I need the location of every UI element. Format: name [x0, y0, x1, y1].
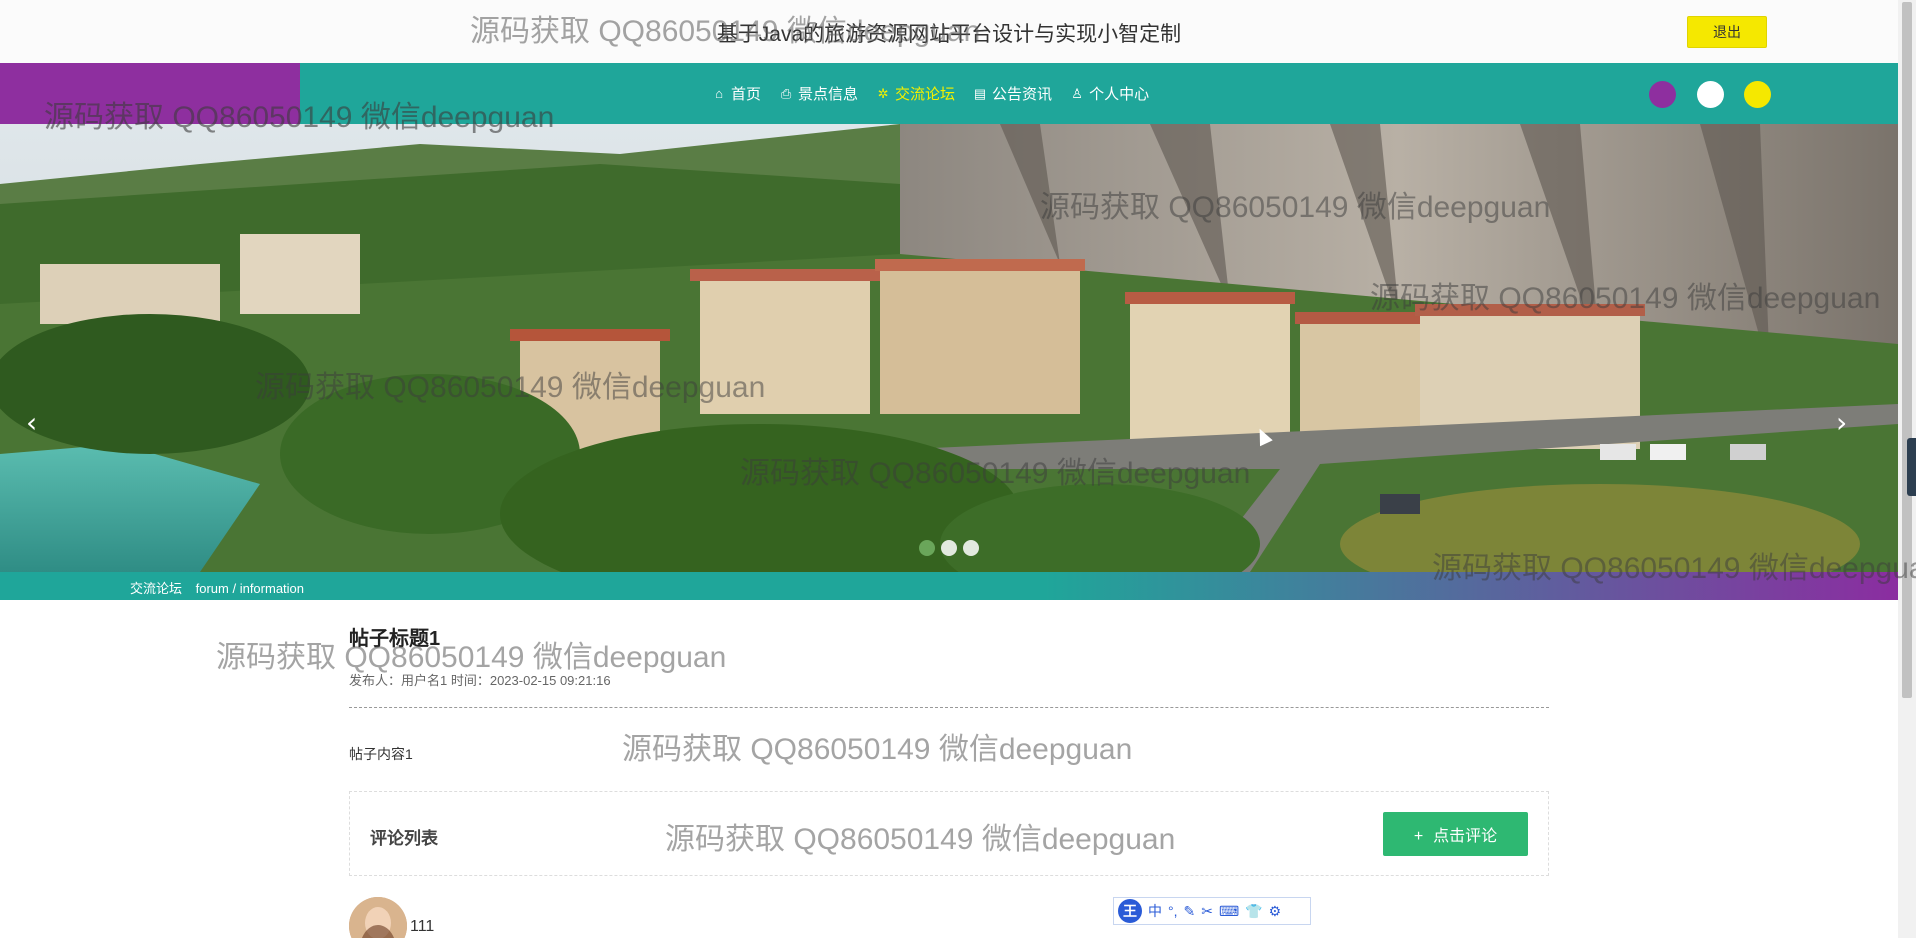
- avatar: [349, 897, 407, 938]
- post-title: 帖子标题1: [349, 628, 441, 650]
- comment-username: 111: [410, 918, 435, 935]
- comment-list-label: 评论列表: [370, 829, 438, 848]
- nav-item-forum[interactable]: ✲ 交流论坛: [876, 83, 955, 104]
- user-icon: ♙: [1071, 85, 1083, 101]
- carousel-dots: [919, 540, 979, 556]
- carousel-dot[interactable]: [963, 540, 979, 556]
- post-content: 帖子内容1: [349, 746, 413, 762]
- main-nav: ⌂ 首页 ⎙ 景点信息 ✲ 交流论坛 ▤ 公告资讯 ♙ 个人中心: [0, 63, 1898, 173]
- breadcrumb: 交流论坛 forum / information: [130, 578, 314, 597]
- add-comment-label: 点击评论: [1433, 828, 1498, 845]
- printer-icon: ⎙: [780, 85, 792, 101]
- nav-item-attractions[interactable]: ⎙ 景点信息: [779, 83, 858, 104]
- site-title: 基于Java的旅游资源网站平台设计与实现小智定制: [716, 23, 1182, 46]
- ime-skin-icon[interactable]: 👕: [1245, 903, 1262, 920]
- carousel-prev-button[interactable]: ‹: [26, 406, 37, 439]
- add-comment-button[interactable]: + 点击评论: [1383, 812, 1528, 856]
- ime-keyboard-icon[interactable]: ⌨: [1219, 903, 1239, 920]
- forum-icon: ✲: [877, 85, 889, 101]
- carousel-dot[interactable]: [941, 540, 957, 556]
- home-icon: ⌂: [715, 86, 723, 101]
- ime-pen-icon[interactable]: ✎: [1184, 903, 1196, 920]
- nav-item-label: 首页: [731, 86, 762, 103]
- plus-icon: +: [1413, 828, 1424, 845]
- ime-scissors-icon[interactable]: ✂: [1201, 903, 1213, 920]
- watermark-text: 源码获取 QQ86050149 微信deepguan: [622, 733, 1133, 766]
- theme-yellow-button[interactable]: [1744, 81, 1771, 108]
- ime-settings-icon[interactable]: ⚙: [1269, 903, 1282, 920]
- carousel-next-button[interactable]: ›: [1836, 406, 1847, 439]
- ime-punctuation-icon[interactable]: °,: [1168, 903, 1178, 919]
- theme-purple-button[interactable]: [1649, 81, 1676, 108]
- breadcrumb-path: forum / information: [195, 581, 305, 596]
- page: 基于Java的旅游资源网站平台设计与实现小智定制 退出 ⌂ 首页 ⎙ 景点信息 …: [0, 0, 1916, 938]
- comment-list-header: 评论列表 + 点击评论: [349, 791, 1549, 876]
- notice-icon: ▤: [973, 85, 987, 101]
- breadcrumb-title: 交流论坛: [130, 581, 183, 596]
- nav-item-label: 交流论坛: [895, 86, 956, 103]
- nav-item-profile[interactable]: ♙ 个人中心: [1070, 83, 1149, 104]
- post-divider: [349, 707, 1549, 708]
- ime-toolbar: 王 中 °, ✎ ✂ ⌨ 👕 ⚙: [1113, 897, 1311, 925]
- nav-item-home[interactable]: ⌂ 首页: [712, 83, 761, 104]
- side-float-tab[interactable]: [1907, 438, 1916, 496]
- nav-items: ⌂ 首页 ⎙ 景点信息 ✲ 交流论坛 ▤ 公告资讯 ♙ 个人中心: [712, 63, 1167, 124]
- carousel-dot[interactable]: [919, 540, 935, 556]
- top-bar: 基于Java的旅游资源网站平台设计与实现小智定制 退出: [0, 0, 1898, 63]
- ime-chinese-mode[interactable]: 中: [1148, 901, 1162, 921]
- nav-item-label: 个人中心: [1089, 86, 1150, 103]
- breadcrumb-bar: 交流论坛 forum / information: [0, 572, 1898, 600]
- logout-button[interactable]: 退出: [1687, 16, 1767, 48]
- hero-carousel: ‹ ›: [0, 124, 1898, 572]
- theme-white-button[interactable]: [1697, 81, 1724, 108]
- avatar-image: [349, 897, 407, 938]
- hero-landscape-image: [0, 124, 1898, 572]
- ime-logo-icon[interactable]: 王: [1118, 899, 1142, 923]
- nav-item-label: 景点信息: [798, 86, 859, 103]
- nav-item-label: 公告资讯: [992, 86, 1053, 103]
- nav-item-notices[interactable]: ▤ 公告资讯: [973, 83, 1052, 104]
- post-meta: 发布人：用户名1 时间：2023-02-15 09:21:16: [349, 673, 611, 688]
- scrollbar-thumb[interactable]: [1902, 2, 1912, 698]
